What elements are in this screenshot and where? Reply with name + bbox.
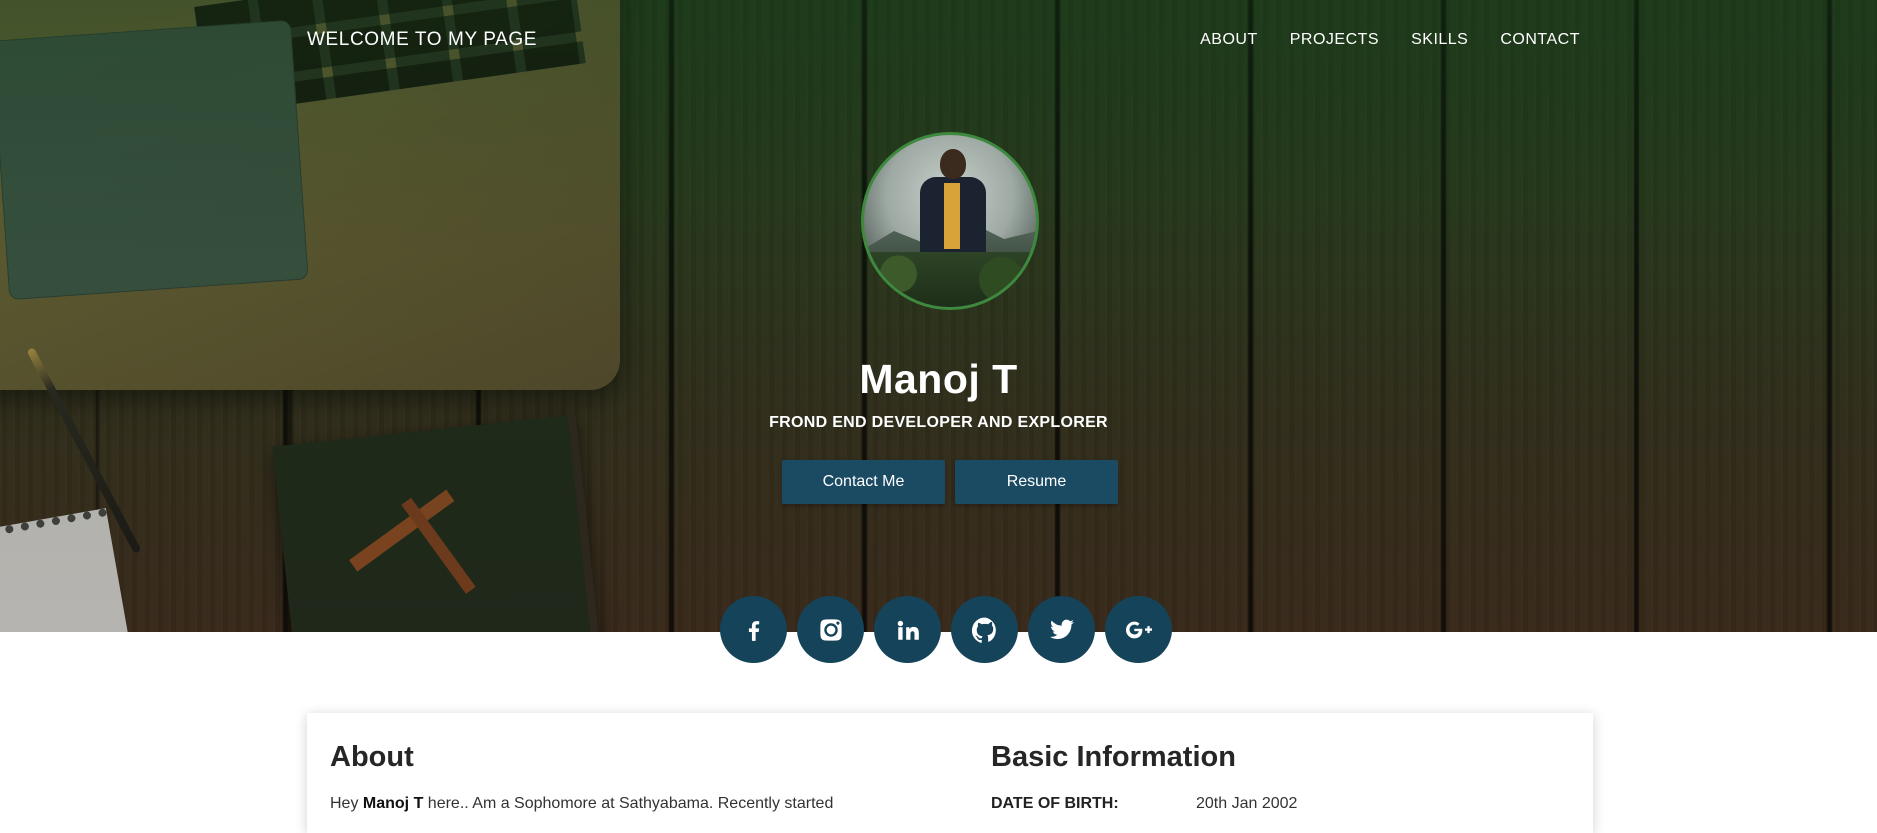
- linkedin-icon[interactable]: [874, 596, 941, 663]
- dob-label: DATE OF BIRTH:: [991, 795, 1119, 812]
- facebook-icon[interactable]: [720, 596, 787, 663]
- hero-tagline: FROND END DEVELOPER AND EXPLORER: [769, 414, 1108, 431]
- hero-name: Manoj T: [859, 356, 1018, 402]
- profile-avatar: [861, 132, 1039, 310]
- dob-value: 20th Jan 2002: [1196, 795, 1298, 812]
- contact-me-button[interactable]: Contact Me: [782, 460, 945, 504]
- instagram-icon[interactable]: [797, 596, 864, 663]
- social-links: [720, 596, 1172, 663]
- nav-link-projects[interactable]: PROJECTS: [1290, 31, 1379, 49]
- about-text: Hey Manoj T here.. Am a Sophomore at Sat…: [330, 795, 834, 812]
- hero-buttons: Contact Me Resume: [782, 460, 1118, 504]
- github-icon[interactable]: [951, 596, 1018, 663]
- info-row-dob: DATE OF BIRTH: 20th Jan 2002: [991, 795, 1297, 813]
- twitter-icon[interactable]: [1028, 596, 1095, 663]
- about-card: About Hey Manoj T here.. Am a Sophomore …: [307, 713, 1593, 833]
- hero-section: WELCOME TO MY PAGE ABOUT PROJECTS SKILLS…: [0, 0, 1877, 632]
- nav-link-contact[interactable]: CONTACT: [1500, 31, 1580, 49]
- resume-button[interactable]: Resume: [955, 460, 1118, 504]
- google-plus-icon[interactable]: [1105, 596, 1172, 663]
- basic-info-title: Basic Information: [991, 741, 1236, 773]
- nav-links: ABOUT PROJECTS SKILLS CONTACT: [1200, 31, 1580, 49]
- about-title: About: [330, 741, 414, 773]
- nav-link-skills[interactable]: SKILLS: [1411, 31, 1468, 49]
- nav-link-about[interactable]: ABOUT: [1200, 31, 1258, 49]
- nav-brand[interactable]: WELCOME TO MY PAGE: [307, 29, 537, 51]
